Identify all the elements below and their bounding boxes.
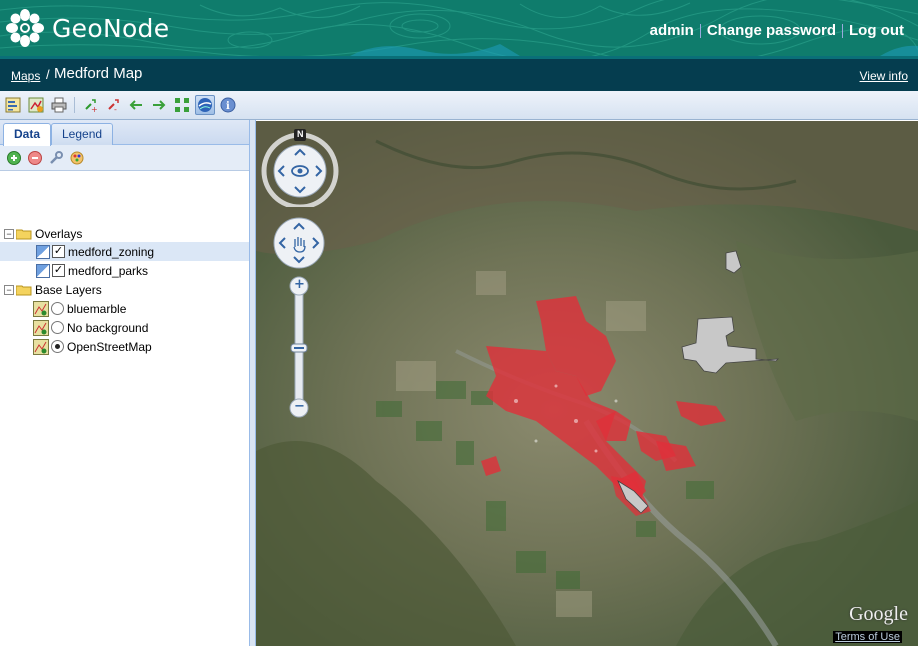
tree-label-medford-zoning: medford_zoning xyxy=(68,244,155,259)
pan-hand-icon xyxy=(273,217,325,269)
zoom-in-button[interactable]: + xyxy=(294,277,305,292)
logout-link[interactable]: Log out xyxy=(849,22,904,39)
page-title: Medford Map xyxy=(54,65,143,82)
view-info-link[interactable]: View info xyxy=(860,69,908,83)
zoom-out-button[interactable]: − xyxy=(294,399,305,414)
satellite-imagery xyxy=(256,121,918,646)
pan-control[interactable] xyxy=(273,217,325,272)
raster-layer-icon xyxy=(33,319,49,336)
base-layer-radio[interactable] xyxy=(51,302,64,315)
zoom-extent-icon[interactable] xyxy=(172,95,192,115)
zoom-slider[interactable]: + − xyxy=(287,275,311,419)
tree-label-no-background: No background xyxy=(67,320,149,335)
compass-ring-icon xyxy=(261,129,339,210)
google-attribution: Google xyxy=(849,603,908,625)
wrench-icon[interactable] xyxy=(48,150,64,166)
add-layer-icon[interactable] xyxy=(26,95,46,115)
radio-dot xyxy=(55,344,60,349)
nav-divider xyxy=(842,23,844,38)
map-toolbar: + - i xyxy=(0,91,918,120)
tab-data[interactable]: Data xyxy=(3,123,52,146)
layers-panel: Data Legend − Overlays ✓ medford_zoning xyxy=(0,120,250,646)
back-icon[interactable] xyxy=(126,95,146,115)
geonode-logo[interactable]: GeoNode xyxy=(6,9,169,47)
layer-checkbox[interactable]: ✓ xyxy=(52,264,65,277)
svg-text:+: + xyxy=(91,105,98,113)
tree-label-base-layers: Base Layers xyxy=(35,282,102,297)
svg-text:-: - xyxy=(114,105,117,113)
tree-label-medford-parks: medford_parks xyxy=(68,263,149,278)
compass-control[interactable]: N xyxy=(260,127,340,210)
collapse-icon[interactable]: − xyxy=(4,228,14,239)
breadcrumb-separator: / xyxy=(46,67,50,82)
top-header: GeoNode admin Change password Log out xyxy=(0,0,918,56)
style-icon[interactable] xyxy=(69,150,85,166)
zoom-in-icon[interactable]: + xyxy=(80,95,100,115)
tree-label-openstreetmap: OpenStreetMap xyxy=(67,339,152,354)
layer-properties-icon[interactable] xyxy=(3,95,23,115)
layer-tools xyxy=(0,145,249,171)
zoom-out-icon[interactable]: - xyxy=(103,95,123,115)
tree-item-bluemarble[interactable]: bluemarble xyxy=(33,299,126,318)
nav-divider xyxy=(699,23,701,38)
raster-layer-icon xyxy=(33,338,49,355)
forward-icon[interactable] xyxy=(149,95,169,115)
terms-of-use-link[interactable]: Terms of Use xyxy=(833,631,902,643)
tree-item-no-background[interactable]: No background xyxy=(33,318,148,337)
user-nav: admin Change password Log out xyxy=(650,22,904,39)
tree-label-overlays: Overlays xyxy=(35,226,83,241)
google-earth-icon[interactable] xyxy=(195,95,215,115)
svg-text:i: i xyxy=(226,101,230,112)
layer-checkbox[interactable]: ✓ xyxy=(52,245,65,258)
base-layer-radio-selected[interactable] xyxy=(51,340,64,353)
zoom-slider-track-icon xyxy=(289,276,309,418)
geonode-flower-icon xyxy=(6,9,44,47)
tree-item-medford-parks[interactable]: ✓ medford_parks xyxy=(36,261,148,280)
change-password-link[interactable]: Change password xyxy=(707,22,836,39)
panel-tabs: Data Legend xyxy=(0,120,249,146)
raster-layer-icon xyxy=(33,300,49,317)
tree-label-bluemarble: bluemarble xyxy=(67,301,127,316)
base-layer-radio[interactable] xyxy=(51,321,64,334)
tree-node-overlays[interactable]: − Overlays xyxy=(4,224,82,243)
north-label: N xyxy=(297,129,304,139)
vector-layer-icon xyxy=(36,244,50,259)
remove-layer-button[interactable] xyxy=(27,150,43,166)
logo-text: GeoNode xyxy=(52,13,170,43)
vector-layer-icon xyxy=(36,263,50,278)
folder-open-icon xyxy=(16,285,32,295)
tree-item-medford-zoning[interactable]: ✓ medford_zoning xyxy=(0,242,249,261)
user-link-admin[interactable]: admin xyxy=(650,22,694,39)
info-icon[interactable]: i xyxy=(218,95,238,115)
map-view[interactable]: N + − Google Terms of Use xyxy=(256,121,918,646)
tab-legend[interactable]: Legend xyxy=(51,123,114,145)
breadcrumb-bar: Maps / Medford Map View info xyxy=(0,56,918,91)
collapse-icon[interactable]: − xyxy=(4,284,14,295)
print-icon[interactable] xyxy=(49,95,69,115)
breadcrumb-maps-link[interactable]: Maps xyxy=(11,69,40,83)
folder-open-icon xyxy=(16,229,32,239)
tree-node-base-layers[interactable]: − Base Layers xyxy=(4,280,102,299)
add-layer-button[interactable] xyxy=(6,150,22,166)
tree-item-openstreetmap[interactable]: OpenStreetMap xyxy=(33,337,152,356)
toolbar-divider xyxy=(74,97,75,113)
